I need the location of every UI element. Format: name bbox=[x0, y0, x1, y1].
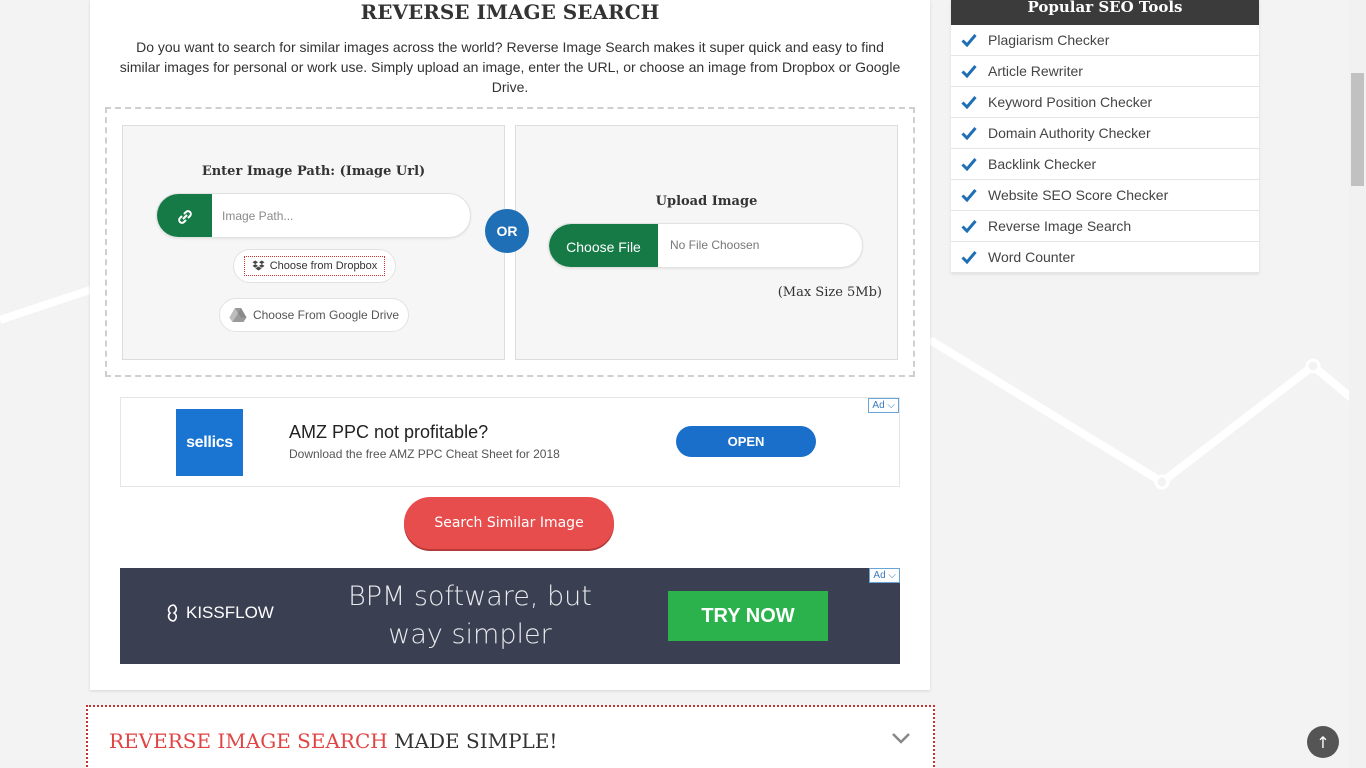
choose-file-button[interactable]: Choose File bbox=[549, 224, 658, 267]
google-drive-icon bbox=[229, 308, 247, 322]
ad-tag-label-2: Ad bbox=[873, 570, 886, 581]
google-drive-label: Choose From Google Drive bbox=[252, 308, 400, 322]
sidebar-item[interactable]: Plagiarism Checker bbox=[951, 25, 1259, 56]
sidebar-item-label: Reverse Image Search bbox=[988, 218, 1132, 234]
ad-choices-tag[interactable]: Ad ⌵ bbox=[868, 398, 899, 413]
sidebar-item-label: Keyword Position Checker bbox=[988, 94, 1153, 110]
intro-text: Do you want to search for similar images… bbox=[119, 39, 901, 95]
checkmark-icon bbox=[961, 251, 977, 264]
banner-headline: BPM software, but way simpler bbox=[330, 578, 610, 654]
checkmark-icon bbox=[961, 220, 977, 233]
sidebar-item[interactable]: Domain Authority Checker bbox=[951, 118, 1259, 149]
kissflow-logo: KISSFLOW bbox=[165, 603, 274, 623]
dropbox-button-inner: Choose from Dropbox bbox=[243, 256, 386, 276]
sidebar-item[interactable]: Keyword Position Checker bbox=[951, 87, 1259, 118]
image-path-input[interactable] bbox=[212, 194, 470, 237]
sellics-ad[interactable]: Ad ⌵ sellics AMZ PPC not profitable? Dow… bbox=[120, 397, 900, 487]
ad-headline: AMZ PPC not profitable? bbox=[289, 422, 489, 442]
ad-open-button[interactable]: OPEN bbox=[676, 426, 816, 457]
sidebar-item-label: Plagiarism Checker bbox=[988, 32, 1110, 48]
ad-subline: Download the free AMZ PPC Cheat Sheet fo… bbox=[289, 447, 560, 461]
no-file-label: No File Choosen bbox=[670, 238, 760, 252]
try-now-button[interactable]: TRY NOW bbox=[668, 591, 828, 641]
checkmark-icon bbox=[961, 65, 977, 78]
page-title: REVERSE IMAGE SEARCH bbox=[360, 0, 660, 24]
sidebar-item[interactable]: Word Counter bbox=[951, 242, 1259, 273]
sidebar-item[interactable]: Backlink Checker bbox=[951, 149, 1259, 180]
sidebar-item[interactable]: Website SEO Score Checker bbox=[951, 180, 1259, 211]
search-similar-image-button[interactable]: Search Similar Image bbox=[404, 497, 614, 549]
max-size-note: (Max Size 5Mb) bbox=[777, 285, 882, 300]
choose-from-dropbox-button[interactable]: Choose from Dropbox bbox=[233, 249, 396, 283]
ad-choices-tag-2[interactable]: Ad ⌵ bbox=[869, 568, 900, 583]
made-simple-accordion[interactable]: REVERSE IMAGE SEARCH MADE SIMPLE! bbox=[86, 705, 935, 768]
sidebar-item-label: Backlink Checker bbox=[988, 156, 1097, 172]
kissflow-ad[interactable]: Ad ⌵ KISSFLOW BPM software, but way simp… bbox=[120, 568, 900, 664]
accordion-title: REVERSE IMAGE SEARCH MADE SIMPLE! bbox=[109, 729, 557, 753]
upload-panel-title: Upload Image bbox=[655, 194, 758, 209]
reverse-image-search-card: REVERSE IMAGE SEARCH Do you want to sear… bbox=[90, 0, 930, 690]
ad-tag-label: Ad bbox=[872, 400, 885, 411]
sidebar-item-label: Word Counter bbox=[988, 249, 1075, 265]
url-panel: Enter Image Path: (Image Url) Choose fro… bbox=[122, 125, 505, 360]
checkmark-icon bbox=[961, 158, 977, 171]
sidebar-item[interactable]: Reverse Image Search bbox=[951, 211, 1259, 242]
link-icon-button[interactable] bbox=[157, 194, 212, 237]
checkmark-icon bbox=[961, 127, 977, 140]
sidebar-item-label: Article Rewriter bbox=[988, 63, 1083, 79]
sidebar-heading: Popular SEO Tools bbox=[951, 0, 1259, 25]
sidebar-list: Plagiarism Checker Article Rewriter Keyw… bbox=[951, 25, 1259, 273]
sidebar-item[interactable]: Article Rewriter bbox=[951, 56, 1259, 87]
kissflow-logo-text: KISSFLOW bbox=[186, 603, 274, 622]
choose-from-google-drive-button[interactable]: Choose From Google Drive bbox=[219, 298, 409, 332]
dropbox-icon bbox=[252, 260, 265, 271]
image-url-field bbox=[156, 193, 471, 238]
banner-line-1: BPM software, but bbox=[348, 581, 592, 612]
or-badge: OR bbox=[485, 209, 529, 253]
scrollbar-thumb[interactable] bbox=[1351, 73, 1364, 186]
checkmark-icon bbox=[961, 96, 977, 109]
link-icon bbox=[177, 209, 192, 224]
sidebar-item-label: Website SEO Score Checker bbox=[988, 187, 1169, 203]
checkmark-icon bbox=[961, 189, 977, 202]
dropbox-label: Choose from Dropbox bbox=[269, 260, 378, 272]
file-upload-field: Choose File No File Choosen bbox=[548, 223, 863, 268]
accordion-title-highlight: REVERSE IMAGE SEARCH bbox=[109, 729, 388, 753]
accordion-title-rest: MADE SIMPLE! bbox=[387, 729, 558, 753]
url-panel-title: Enter Image Path: (Image Url) bbox=[201, 164, 426, 179]
sidebar-item-label: Domain Authority Checker bbox=[988, 125, 1151, 141]
kissflow-mark-icon bbox=[167, 604, 178, 622]
sellics-logo: sellics bbox=[176, 409, 243, 476]
upload-panel: Upload Image Choose File No File Choosen… bbox=[515, 125, 898, 360]
page-scrollbar[interactable] bbox=[1349, 0, 1366, 768]
popular-seo-tools-sidebar: Popular SEO Tools Plagiarism Checker Art… bbox=[951, 0, 1259, 273]
banner-line-2: way simpler bbox=[388, 619, 552, 650]
checkmark-icon bbox=[961, 34, 977, 47]
back-to-top-button[interactable]: ↑ bbox=[1307, 726, 1339, 758]
chevron-down-icon[interactable] bbox=[891, 731, 911, 745]
